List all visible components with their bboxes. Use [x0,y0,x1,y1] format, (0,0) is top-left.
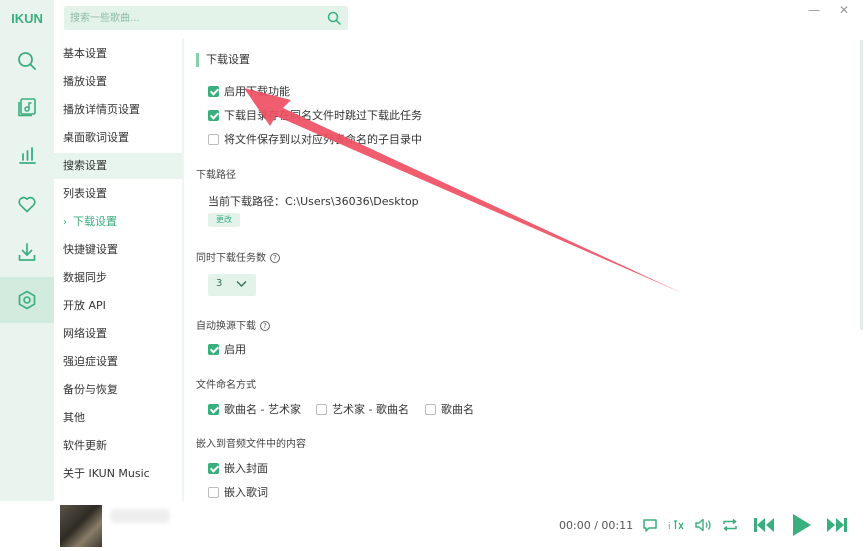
search-box[interactable] [64,6,348,30]
menu-item-about[interactable]: 关于 IKUN Music [54,461,182,487]
close-button[interactable]: ✕ [836,3,852,17]
auto-source-text: 自动换源下载 [196,321,256,332]
minimize-button[interactable]: — [806,3,822,17]
menu-item-network[interactable]: 网络设置 [54,321,182,347]
naming-label: 文件命名方式 [196,380,256,391]
auto-source-label: 自动换源下载? [196,317,270,332]
concurrent-tasks-text: 同时下载任务数 [196,253,266,264]
chevron-right-icon: › [63,217,67,228]
option-label: 将文件保存到以对应列表命名的子目录中 [224,133,422,146]
nav-downloads[interactable] [0,229,54,275]
download-icon [18,243,36,261]
menu-item-ocd[interactable]: 强迫症设置 [54,349,182,375]
change-path-button[interactable]: 更改 [208,213,240,227]
option-label: 启用 [224,343,246,356]
naming-option-song-artist[interactable]: 歌曲名 - 艺术家 [208,401,301,417]
option-label: 歌曲名 - 艺术家 [224,403,301,416]
download-path-label: 下载路径 [196,170,236,181]
select-value: 3 [216,278,223,289]
nav-search[interactable] [0,38,54,84]
checkbox[interactable] [316,403,327,415]
section-title: 下载设置 [196,53,250,67]
menu-item-search[interactable]: 搜索设置 [54,153,182,179]
menu-item-download[interactable]: › 下载设置 [54,209,182,235]
lyric-toggle-icon[interactable]: i [666,515,686,535]
option-label: 艺术家 - 歌曲名 [332,403,409,416]
nav-settings[interactable] [0,277,54,323]
song-title-blurred [110,509,170,523]
option-label: 歌曲名 [441,403,474,416]
embed-label: 嵌入到音频文件中的内容 [196,439,306,450]
next-icon[interactable] [825,514,849,536]
menu-item-desktop-lyric[interactable]: 桌面歌词设置 [54,125,182,151]
scrollbar[interactable] [860,40,863,330]
nav-music-library[interactable] [0,84,54,130]
checkbox[interactable] [208,109,219,121]
current-download-path: 当前下载路径：C:\Users\36036\Desktop [208,195,419,208]
chevron-down-icon [236,281,247,287]
download-settings-panel: 下载设置 启用下载功能 下载目录存在同名文件时跳过下载此任务 将文件保存到以对应… [184,38,856,501]
menu-item-sync[interactable]: 数据同步 [54,265,182,291]
menu-item-label: 下载设置 [73,215,117,228]
chart-icon [19,147,36,164]
option-list-subfolder[interactable]: 将文件保存到以对应列表命名的子目录中 [208,131,422,147]
checkbox[interactable] [208,133,219,145]
option-label: 嵌入歌词 [224,486,268,499]
top-bar: IKUN — ✕ [0,0,864,38]
option-label: 下载目录存在同名文件时跳过下载此任务 [224,109,422,122]
search-input[interactable] [70,9,320,27]
player-bar: 00:00 / 00:11 i [0,501,864,551]
option-label: 启用下载功能 [224,85,290,98]
checkbox[interactable] [208,85,219,97]
checkbox[interactable] [208,343,219,355]
music-library-icon [18,98,36,117]
menu-item-backup[interactable]: 备份与恢复 [54,377,182,403]
menu-item-basic[interactable]: 基本设置 [54,41,182,67]
heart-icon [18,196,36,213]
play-icon[interactable] [789,512,813,538]
settings-menu: 基本设置 播放设置 播放详情页设置 桌面歌词设置 搜索设置 列表设置 › 下载设置… [54,38,182,501]
option-auto-source-enable[interactable]: 启用 [208,341,246,357]
search-icon [18,52,36,70]
menu-item-play-detail[interactable]: 播放详情页设置 [54,97,182,123]
previous-icon[interactable] [752,514,776,536]
option-enable-download[interactable]: 启用下载功能 [208,83,290,99]
embed-option-cover[interactable]: 嵌入封面 [208,460,268,476]
album-cover[interactable] [60,505,102,547]
help-icon[interactable]: ? [260,321,270,331]
comment-icon[interactable] [640,515,660,535]
checkbox[interactable] [425,403,436,415]
checkbox[interactable] [208,486,219,498]
option-label: 嵌入封面 [224,462,268,475]
svg-text:i: i [668,522,671,532]
settings-icon [18,290,36,310]
menu-item-label: 搜索设置 [63,159,107,172]
naming-option-song[interactable]: 歌曲名 [425,401,474,417]
search-icon[interactable] [326,10,342,26]
app-logo: IKUN [0,0,54,36]
menu-item-list[interactable]: 列表设置 [54,181,182,207]
embed-option-lyric[interactable]: 嵌入歌词 [208,484,268,500]
checkbox[interactable] [208,403,219,415]
nav-favorites[interactable] [0,181,54,227]
volume-icon[interactable] [693,515,713,535]
naming-option-artist-song[interactable]: 艺术家 - 歌曲名 [316,401,409,417]
menu-item-playback[interactable]: 播放设置 [54,69,182,95]
concurrent-tasks-label: 同时下载任务数? [196,249,280,264]
menu-item-hotkeys[interactable]: 快捷键设置 [54,237,182,263]
menu-item-open-api[interactable]: 开放 API [54,293,182,319]
primary-nav [0,36,54,501]
repeat-icon[interactable] [720,515,740,535]
option-skip-existing[interactable]: 下载目录存在同名文件时跳过下载此任务 [208,107,422,123]
checkbox[interactable] [208,462,219,474]
menu-item-update[interactable]: 软件更新 [54,433,182,459]
nav-charts[interactable] [0,132,54,178]
help-icon[interactable]: ? [270,253,280,263]
menu-item-other[interactable]: 其他 [54,405,182,431]
concurrent-tasks-select[interactable]: 3 [208,274,256,296]
playback-time: 00:00 / 00:11 [559,519,634,532]
